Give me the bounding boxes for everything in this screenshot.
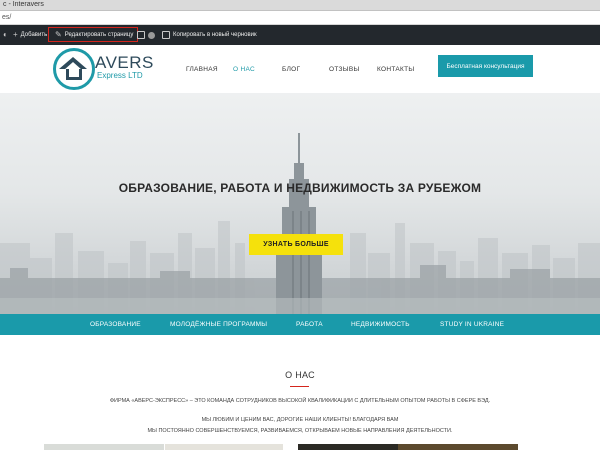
browser-tab-title[interactable]: с - Interavers [3,0,44,10]
address-bar[interactable]: es/ [0,11,600,25]
nav-contacts[interactable]: КОНТАКТЫ [377,45,414,93]
about-title: О НАС [285,370,315,380]
hero-banner: ОБРАЗОВАНИЕ, РАБОТА И НЕДВИЖИМОСТЬ ЗА РУ… [0,93,600,314]
page: с - Interavers es/ ◐ + Добавить ✎ Редакт… [0,0,600,450]
nav-home[interactable]: ГЛАВНАЯ [186,45,218,93]
bottom-image-right [398,444,518,450]
bottom-image-dark [298,444,398,450]
about-paragraph-1: ФИРМА «АВЕРС-ЭКСПРЕСС» – ЭТО КОМАНДА СОТ… [109,398,491,404]
category-bar: ОБРАЗОВАНИЕ МОЛОДЁЖНЫЕ ПРОГРАММЫ РАБОТА … [0,314,600,335]
add-new-button[interactable]: + Добавить [13,25,47,45]
status-button[interactable] [148,25,155,45]
learn-more-button[interactable]: УЗНАТЬ БОЛЬШЕ [249,234,343,255]
wordpress-icon[interactable]: ◐ [3,25,8,45]
about-paragraph-3: МЫ ПОСТОЯННО СОВЕРШЕНСТВУЕМСЯ, РАЗВИВАЕМ… [147,428,453,434]
nav-blog[interactable]: БЛОГ [282,45,300,93]
category-education[interactable]: ОБРАЗОВАНИЕ [90,314,141,335]
bottom-image-left [44,444,164,450]
brand-subtitle: Express LTD [97,71,143,80]
copy-draft-label: Копировать в новый черновик [173,32,257,38]
add-new-label: Добавить [20,32,48,38]
pencil-icon: ✎ [55,29,62,39]
free-consultation-button[interactable]: Бесплатная консультация [438,55,533,77]
copy-draft-button[interactable]: Копировать в новый черновик [162,25,257,45]
nav-reviews[interactable]: ОТЗЫВЫ [329,45,360,93]
about-title-underline [290,386,309,387]
status-dot-icon [148,31,155,39]
about-paragraph-2: МЫ ЛЮБИМ И ЦЕНИМ ВАС, ДОРОГИЕ НАШИ КЛИЕН… [201,417,399,423]
edit-page-button[interactable]: ✎ Редактировать страницу [48,27,139,42]
wp-admin-bar: ◐ + Добавить ✎ Редактировать страницу Ко… [0,25,600,45]
category-study-in-ukraine[interactable]: STUDY IN UKRAINE [440,314,504,335]
category-work[interactable]: РАБОТА [296,314,323,335]
nav-about[interactable]: О НАС [233,45,255,93]
hero-title: ОБРАЗОВАНИЕ, РАБОТА И НЕДВИЖИМОСТЬ ЗА РУ… [118,181,482,195]
site-logo[interactable]: AVERS Express LTD [53,48,153,90]
edit-page-label: Редактировать страницу [64,31,134,38]
city-skyline-image [0,133,600,314]
copy-icon [162,31,170,39]
plus-icon: + [13,30,18,39]
brand-name: AVERS [95,53,154,72]
category-real-estate[interactable]: НЕДВИЖИМОСТЬ [351,314,410,335]
page-builder-button[interactable] [137,25,145,45]
bottom-image-center [165,444,283,450]
category-youth-programs[interactable]: МОЛОДЁЖНЫЕ ПРОГРАММЫ [170,314,267,335]
page-builder-icon [137,31,145,39]
browser-tab-strip: с - Interavers [0,0,600,11]
site-header: AVERS Express LTD ГЛАВНАЯ О НАС БЛОГ ОТЗ… [0,45,600,93]
address-text[interactable]: es/ [2,12,11,24]
